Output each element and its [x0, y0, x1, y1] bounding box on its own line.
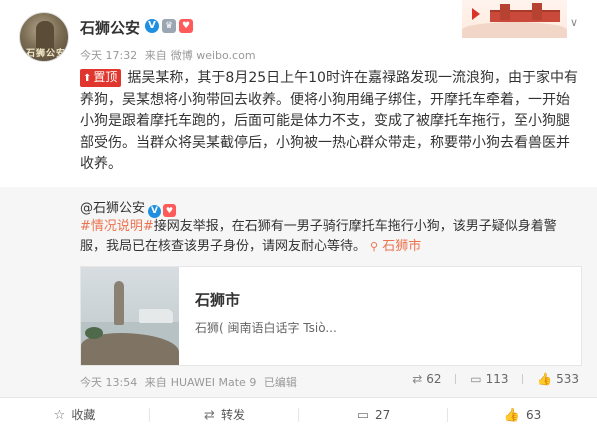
comment-label: 27 [375, 408, 391, 422]
post-text-block: ⬆ 置顶 据吴某称，其于8月25日上午10时许在嘉禄路发现一流浪狗，由于家中有养狗，… [80, 68, 580, 176]
pin-icon: ⬆ [83, 73, 92, 84]
repost-label: 转发 [220, 408, 245, 422]
like-button[interactable]: 👍 63 [448, 398, 597, 432]
repost-icon: ⇄ [204, 408, 215, 423]
comment-icon: ▭ [356, 408, 369, 423]
banner-flag [472, 8, 480, 20]
banner-tower [500, 4, 510, 20]
location-card-title: 石狮市 [195, 291, 241, 309]
thumbs-up-icon: 👍 [503, 408, 520, 423]
comment-count-button[interactable]: ▭ 113 [470, 372, 508, 386]
post-header: 石狮公安 石狮公安 V ♛ ♥ 今天 17:32 来自 微博 weibo.com … [0, 0, 597, 62]
great-wall-banner [462, 0, 567, 38]
like-count: 533 [556, 372, 579, 386]
divider [522, 374, 524, 384]
repost-source[interactable]: HUAWEI Mate 9 [171, 376, 257, 389]
topic-link[interactable]: #情况说明# [80, 219, 154, 234]
favorite-button[interactable]: ☆ 收藏 [0, 398, 149, 432]
tree-shape [85, 327, 103, 339]
like-count-button[interactable]: 👍 533 [537, 372, 579, 386]
repost-time[interactable]: 今天 13:54 [80, 376, 137, 389]
comment-button[interactable]: ▭ 27 [299, 398, 448, 432]
source-prefix: 来自 [144, 49, 167, 62]
post-text: 据吴某称，其于8月25日上午10时许在嘉禄路发现一流浪狗，由于家中有养狗，吴某想… [80, 70, 578, 172]
location-card-subtitle: 石狮( 闽南语白话字 Tsiò... [195, 321, 337, 335]
source-prefix: 来自 [144, 376, 167, 389]
repost-icon: ⇄ [412, 372, 423, 386]
repost-meta: 今天 13:54 来自 HUAWEI Mate 9 已编辑 [80, 374, 301, 390]
edited-label: 已编辑 [263, 376, 297, 389]
location-pin-icon: ⚲ [370, 240, 379, 253]
banner-tower [532, 3, 542, 20]
repost-stats: ⇄ 62 ▭ 113 👍 533 [402, 372, 579, 386]
repost-count: 62 [426, 372, 442, 386]
action-bar: ☆ 收藏 ⇄ 转发 ▭ 27 👍 63 [0, 397, 597, 432]
statue-shape [114, 281, 124, 325]
comment-count: 113 [485, 372, 509, 386]
pinned-badge: ⬆ 置顶 [80, 69, 122, 87]
reposted-weibo: @石狮公安 V ♥ #情况说明#接网友举报，在石狮有一男子骑行摩托车拖行小狗，该男子… [0, 187, 597, 397]
pinned-label: 置顶 [93, 70, 118, 84]
post-source[interactable]: 微博 weibo.com [171, 49, 256, 62]
favorite-label: 收藏 [71, 408, 96, 422]
like-label: 63 [525, 408, 542, 422]
repost-author-link[interactable]: @石狮公安 [80, 201, 145, 216]
vip-icon: ♛ [162, 19, 176, 33]
thumbs-up-icon: 👍 [537, 372, 553, 386]
username[interactable]: 石狮公安 [80, 17, 140, 38]
location-link[interactable]: 石狮市 [382, 239, 421, 254]
chevron-down-icon[interactable]: ∨ [570, 16, 578, 29]
post-meta: 今天 17:32 来自 微博 weibo.com [80, 47, 260, 63]
verified-icon: V [145, 19, 159, 33]
ship-shape [139, 309, 173, 323]
heart-icon: ♥ [179, 19, 193, 33]
comment-icon: ▭ [470, 372, 482, 386]
banner-hill [462, 22, 567, 38]
divider [455, 374, 457, 384]
location-card-image [81, 267, 179, 365]
user-avatar[interactable]: 石狮公安 [19, 12, 69, 62]
avatar-logo-text: 石狮公安 [26, 49, 67, 59]
post-time[interactable]: 今天 17:32 [80, 49, 137, 62]
repost-author: @石狮公安 V ♥ [80, 197, 177, 218]
repost-text-block: #情况说明#接网友举报，在石狮有一男子骑行摩托车拖行小狗，该男子疑似身着警服，我… [80, 217, 580, 257]
repost-button[interactable]: ⇄ 转发 [150, 398, 299, 432]
location-card[interactable]: 石狮市 石狮( 闽南语白话字 Tsiò... [80, 266, 582, 366]
star-icon: ☆ [53, 408, 66, 423]
repost-count-button[interactable]: ⇄ 62 [412, 372, 441, 386]
heart-icon: ♥ [163, 204, 177, 217]
